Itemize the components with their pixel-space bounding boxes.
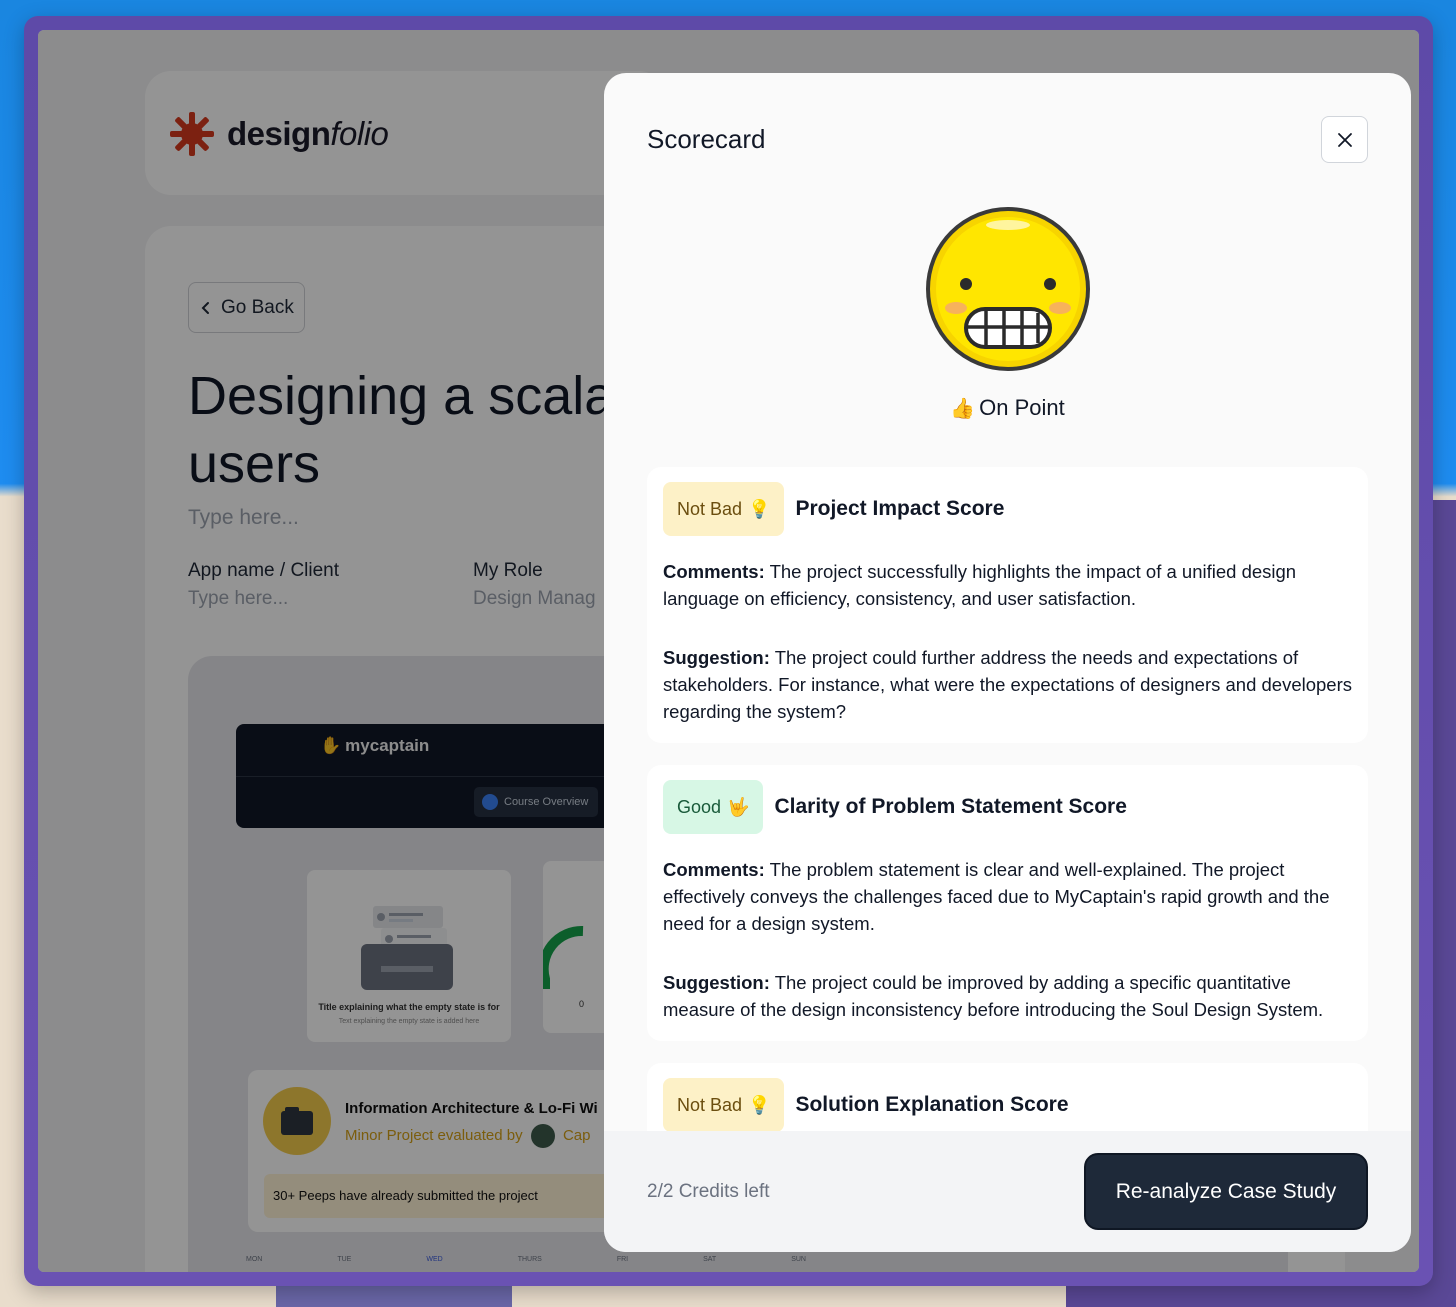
- rating-badge: Not Bad 💡: [663, 1078, 785, 1131]
- modal-title: Scorecard: [647, 124, 766, 154]
- score-header: Not Bad 💡 Project Impact Score: [663, 482, 1352, 536]
- score-title: Project Impact Score: [795, 497, 1005, 520]
- comments-text: Comments: The project successfully highl…: [663, 558, 1352, 612]
- credits-left: 2/2 Credits left: [647, 1181, 770, 1202]
- comments-label: Comments:: [663, 561, 765, 582]
- comments-text: Comments: The problem statement is clear…: [663, 856, 1352, 937]
- rating-badge-label: Good: [677, 796, 722, 817]
- suggestion-text: Suggestion: The project could be improve…: [663, 969, 1352, 1023]
- rating-badge-label: Not Bad: [677, 498, 743, 519]
- modal-footer: 2/2 Credits left Re-analyze Case Study: [604, 1131, 1411, 1252]
- rating-badge: Good 🤟: [663, 780, 764, 834]
- comments-label: Comments:: [663, 859, 765, 880]
- app-window: designfolio Go Back Designing a scala us…: [24, 16, 1433, 1286]
- rating-badge-label: Not Bad: [677, 1094, 743, 1115]
- score-list[interactable]: Not Bad 💡 Project Impact Score Comments:…: [647, 467, 1368, 1131]
- close-icon: [1337, 132, 1352, 147]
- verdict-text: On Point: [979, 395, 1065, 420]
- thumbs-up-icon: 👍: [950, 398, 976, 420]
- score-header: Good 🤟 Clarity of Problem Statement Scor…: [663, 780, 1352, 834]
- suggestion-text: Suggestion: The project could further ad…: [663, 644, 1352, 725]
- rating-badge: Not Bad 💡: [663, 482, 785, 536]
- app-viewport: designfolio Go Back Designing a scala us…: [38, 30, 1419, 1272]
- grinning-face-icon: [926, 207, 1090, 371]
- close-button[interactable]: [1321, 116, 1368, 163]
- lightbulb-icon: 💡: [748, 498, 771, 519]
- verdict-label: 👍 On Point: [604, 395, 1411, 421]
- rock-hand-icon: 🤟: [727, 796, 750, 817]
- score-card: Not Bad 💡 Project Impact Score Comments:…: [647, 467, 1368, 743]
- score-title: Clarity of Problem Statement Score: [774, 795, 1127, 818]
- score-card: Not Bad 💡 Solution Explanation Score: [647, 1063, 1368, 1131]
- reanalyze-button[interactable]: Re-analyze Case Study: [1084, 1153, 1368, 1230]
- score-title: Solution Explanation Score: [795, 1093, 1069, 1116]
- scorecard-modal: Scorecard 👍 On Point Not Bad 💡 Project I…: [604, 73, 1411, 1252]
- suggestion-label: Suggestion:: [663, 972, 770, 993]
- lightbulb-icon: 💡: [748, 1094, 771, 1115]
- score-card: Good 🤟 Clarity of Problem Statement Scor…: [647, 765, 1368, 1041]
- suggestion-label: Suggestion:: [663, 647, 770, 668]
- score-header: Not Bad 💡 Solution Explanation Score: [663, 1078, 1352, 1131]
